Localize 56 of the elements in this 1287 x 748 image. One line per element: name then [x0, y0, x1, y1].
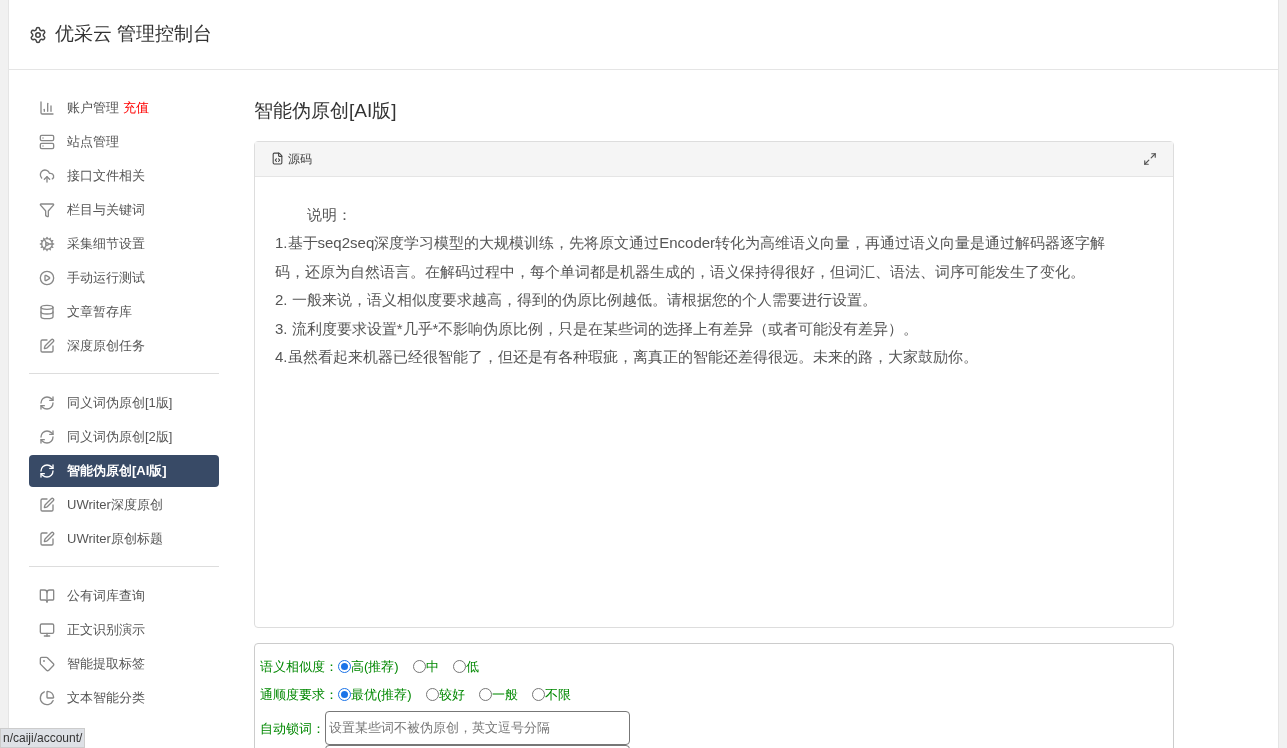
sidebar-item[interactable]: 站点管理 [29, 126, 219, 158]
sidebar-item[interactable]: 公有词库查询 [29, 580, 219, 612]
radio-option[interactable]: 不限 [531, 684, 571, 705]
edit-icon [39, 531, 55, 547]
editor-paragraph: 2. 一般来说，语义相似度要求越高，得到的伪原比例越低。请根据您的个人需要进行设置。 [275, 290, 878, 310]
radio-option[interactable]: 中 [412, 656, 439, 677]
sidebar-item[interactable]: 手动运行测试 [29, 262, 219, 294]
sidebar-item[interactable]: 文本智能分类 [29, 682, 219, 714]
code-file-icon [271, 152, 284, 165]
monitor-icon [39, 622, 55, 638]
cloud-upload-icon [39, 168, 55, 184]
refresh-icon [39, 395, 55, 411]
status-url: n/caiji/account/ [0, 728, 86, 748]
option-label: 通顺度要求： [260, 685, 338, 704]
refresh-icon [39, 429, 55, 445]
tag-icon [39, 656, 55, 672]
radio-option[interactable]: 低 [452, 656, 479, 677]
source-button[interactable]: 源码 [271, 149, 312, 168]
sidebar-item[interactable]: 正文识别演示 [29, 614, 219, 646]
editor-paragraph: 说明： [306, 204, 353, 225]
edit-icon [39, 497, 55, 513]
lock-words-field[interactable]: 设置某些词不被伪原创，英文逗号分隔 [325, 710, 630, 745]
page-title: 智能伪原创[AI版] [254, 99, 398, 123]
editor-paragraph: 4.虽然看起来机器已经很智能了，但还是有各种瑕疵，离真正的智能还差得很远。未来的路，大家鼓励你。 [275, 347, 979, 367]
radio-option[interactable]: 最优(推荐) [338, 684, 412, 705]
sidebar-item[interactable]: UWriter原创标题 [29, 523, 219, 555]
book-icon [39, 588, 55, 604]
option-label: 语义相似度： [260, 657, 338, 676]
refresh-icon [39, 463, 55, 479]
sidebar-item[interactable]: 深度原创任务 [29, 330, 219, 362]
server-icon [39, 134, 55, 150]
sidebar-item[interactable]: 智能伪原创[AI版] [29, 455, 219, 487]
bar-chart-icon [39, 100, 55, 116]
sidebar-item[interactable]: 文章暂存库 [29, 296, 219, 328]
settings-icon [29, 25, 47, 44]
sidebar-item[interactable]: 同义词伪原创[2版] [29, 421, 219, 453]
option-label: 自动锁词： [260, 719, 325, 738]
sidebar-item[interactable]: 同义词伪原创[1版] [29, 387, 219, 419]
editor-paragraph: 1.基于seq2seq深度学习模型的大规模训练，先将原文通过Encoder转化为高维语义向量，再通过语义向量是通过解码器逐字解码，还原为自然语言。在解码过程中，每个单词都是机器生成的，语义保持得很好，但词汇、语法、词序可能发生了变化。 [275, 233, 1107, 282]
sidebar-item[interactable]: 栏目与关键词 [29, 194, 219, 226]
radio-option[interactable]: 高(推荐) [338, 656, 399, 677]
play-icon [39, 270, 55, 286]
filter-icon [39, 202, 55, 218]
fullscreen-icon[interactable] [1143, 151, 1157, 166]
sidebar-item[interactable]: 接口文件相关 [29, 160, 219, 192]
radio-option[interactable]: 一般 [478, 684, 518, 705]
sidebar-item[interactable]: 账户管理 充值 [29, 92, 219, 124]
pie-chart-icon [39, 690, 55, 706]
edit-icon [39, 338, 55, 354]
sidebar-item[interactable]: 采集细节设置 [29, 228, 219, 260]
sidebar-item[interactable]: UWriter深度原创 [29, 489, 219, 521]
editor-paragraph: 3. 流利度要求设置*几乎*不影响伪原比例，只是在某些词的选择上有差异（或者可能没有差异）。 [275, 318, 920, 339]
sidebar-item[interactable]: 智能提取标签 [29, 648, 219, 680]
database-icon [39, 304, 55, 320]
radio-option[interactable]: 较好 [425, 684, 465, 705]
header-title: 优采云 管理控制台 [55, 22, 213, 47]
